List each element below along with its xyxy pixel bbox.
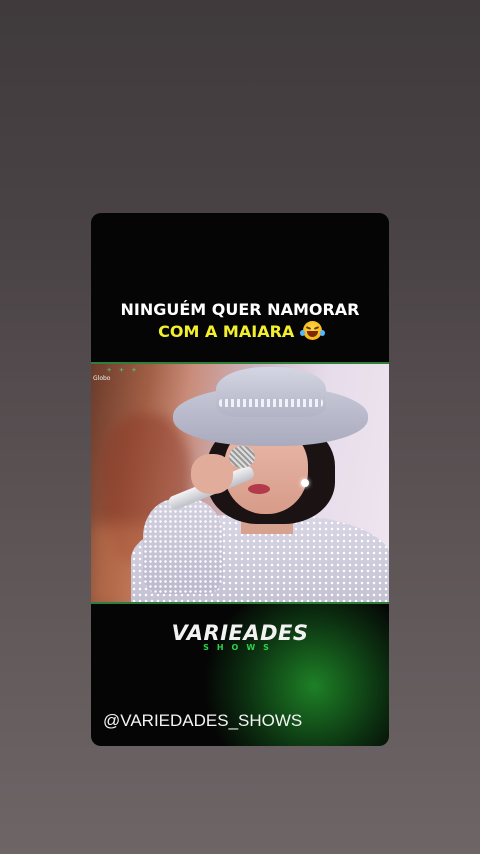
brand-logo: VARIEADES SHOWS <box>91 621 389 652</box>
tv-watermark: Globo <box>93 375 111 382</box>
earring <box>301 479 309 487</box>
brand-logo-sub: SHOWS <box>203 643 277 652</box>
post-headline: NINGUÉM QUER NAMORAR COM A MAIARA <box>91 299 389 343</box>
video-frame[interactable]: + + + Globo <box>91 362 389 604</box>
face-with-tears-of-joy-icon <box>299 321 325 340</box>
cowboy-hat-band <box>219 399 323 407</box>
story-card[interactable]: NINGUÉM QUER NAMORAR COM A MAIARA + + + … <box>91 213 389 746</box>
singer-arm <box>143 499 223 594</box>
singer-hand <box>191 454 233 494</box>
cowboy-hat-crown <box>216 367 326 417</box>
headline-line-2-text: COM A MAIARA <box>158 322 295 341</box>
headline-line-1: NINGUÉM QUER NAMORAR <box>120 300 360 319</box>
video-hud-marks: + + + <box>107 366 139 374</box>
headline-line-2: COM A MAIARA <box>91 321 389 343</box>
microphone-head <box>229 446 255 468</box>
brand-logo-main: VARIEADES <box>171 621 309 645</box>
account-handle[interactable]: @VARIEDADES_SHOWS <box>103 711 302 731</box>
singer-lips <box>248 484 270 494</box>
